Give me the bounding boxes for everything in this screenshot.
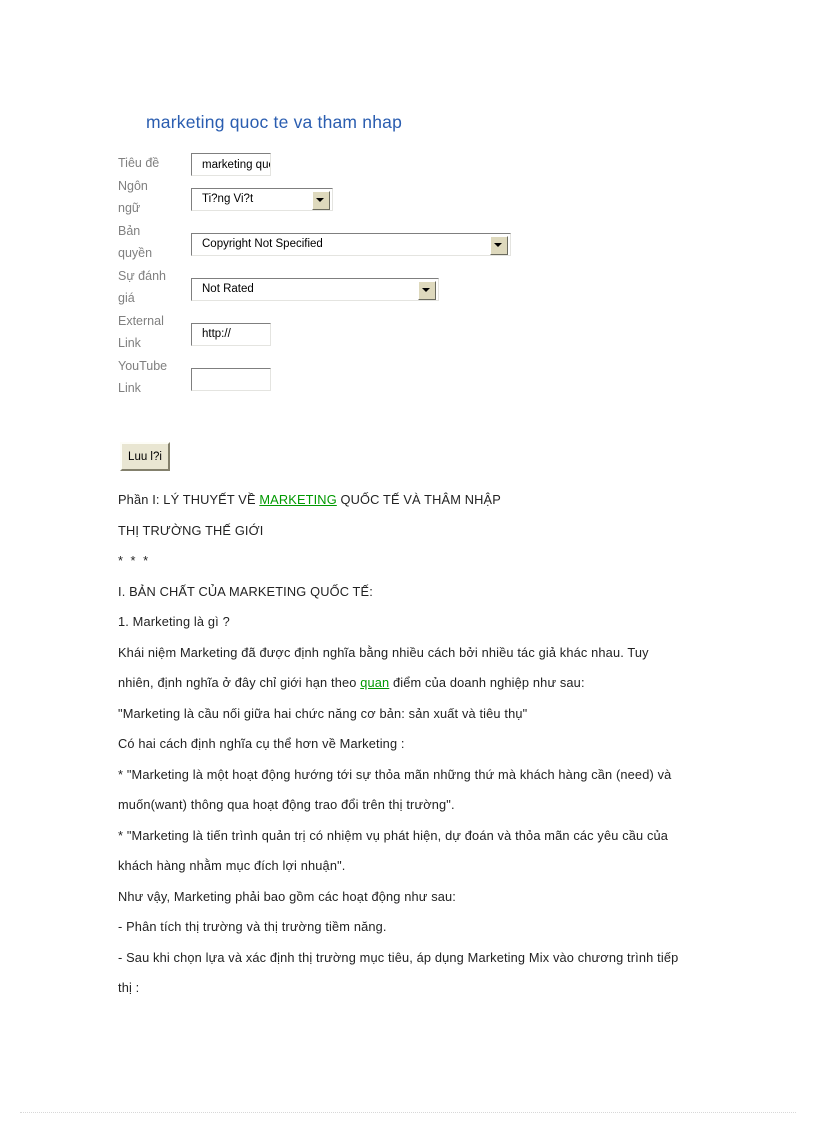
text-para-4a-0: * "Marketing là một hoạt động hướng tới …	[118, 766, 672, 782]
label-language-line-0: Ngôn	[118, 178, 148, 193]
document-page: marketing quoc te va tham nhap Tiêu đề Ng…	[0, 0, 816, 1123]
text-part-1-heading-2: QUỐC TẾ VÀ THÂM NHẬP	[336, 492, 501, 507]
form-row-copyright: Bản quyền Copyright Not Specified	[118, 220, 718, 265]
label-external-link-line-1: Link	[118, 336, 141, 350]
text-stars-0: * * *	[118, 553, 151, 568]
paragraph-para-1b: nhiên, định nghĩa ở đây chỉ giới hạn the…	[118, 668, 698, 699]
text-para-4b-0: muốn(want) thông qua hoạt động trao đổi …	[118, 797, 455, 812]
page-title: marketing quoc te va tham nhap	[146, 112, 403, 132]
chevron-down-icon[interactable]	[418, 280, 436, 300]
text-para-6-0: Như vậy, Marketing phải bao gồm các hoạt…	[118, 888, 457, 904]
text-part-1-heading-0: Phần I: LÝ THUYẾT VỀ	[118, 492, 260, 507]
text-para-8b-0: thị :	[118, 980, 140, 995]
label-youtube-link-line-1: Link	[118, 381, 141, 395]
paragraph-sub-1-heading: 1. Marketing là gì ?	[118, 607, 698, 638]
text-para-5a-0: * "Marketing là tiến trình quản trị có n…	[118, 827, 669, 843]
text-para-2-0: "Marketing là cầu nối giữa hai chức năng…	[118, 705, 528, 721]
paragraph-para-2: "Marketing là cầu nối giữa hai chức năng…	[118, 699, 698, 730]
text-sub-1-heading-0: 1. Marketing là gì ?	[118, 614, 230, 629]
text-para-1b-0: nhiên, định nghĩa ở đây chỉ giới hạn the…	[118, 675, 361, 690]
text-para-8a-0: - Sau khi chọn lựa và xác định thị trườn…	[118, 949, 679, 965]
text-para-1a-0: Khái niệm Marketing đã được định nghĩa b…	[118, 644, 649, 660]
chevron-down-icon[interactable]	[312, 190, 330, 210]
paragraph-part-1-heading-2: THỊ TRƯỜNG THẾ GIỚI	[118, 516, 698, 547]
paragraph-para-8a: - Sau khi chọn lựa và xác định thị trườn…	[118, 943, 698, 974]
label-copyright-line-1: quyền	[118, 246, 153, 260]
paragraph-para-4a: * "Marketing là một hoạt động hướng tới …	[118, 760, 698, 791]
label-title: Tiêu đề	[118, 152, 186, 175]
control-wrap-language: Ti?ng Vi?t	[191, 187, 333, 211]
paragraph-para-5b: khách hàng nhằm mục đích lợi nhuận".	[118, 851, 698, 882]
chevron-down-glyph	[422, 287, 430, 292]
external-link-input[interactable]	[191, 322, 271, 346]
paragraph-para-8b: thị :	[118, 973, 698, 1004]
rating-select[interactable]: Not Rated	[191, 277, 439, 301]
label-copyright: Bản quyền	[118, 220, 186, 265]
label-rating-line-1: giá	[118, 291, 135, 305]
label-external-link: External Link	[118, 310, 186, 355]
document-body: Phần I: LÝ THUYẾT VỀ MARKETING QUỐC TẾ V…	[118, 485, 698, 1004]
form-row-rating: Sự đánh giá Not Rated	[118, 265, 718, 310]
paragraph-para-3: Có hai cách định nghĩa cụ thể hơn về Mar…	[118, 729, 698, 760]
label-title-line-0: Tiêu đề	[118, 156, 160, 170]
rating-selected-value: Not Rated	[202, 282, 254, 295]
copyright-select[interactable]: Copyright Not Specified	[191, 232, 511, 256]
language-selected-value: Ti?ng Vi?t	[202, 192, 254, 205]
text-para-3-0: Có hai cách định nghĩa cụ thể hơn về Mar…	[118, 736, 405, 751]
control-wrap-title	[191, 153, 271, 176]
paragraph-stars: * * *	[118, 546, 698, 577]
footer-divider	[20, 1112, 796, 1113]
form-row-external-link: External Link	[118, 310, 718, 355]
label-language: Ngôn ngữ	[118, 175, 186, 220]
label-rating: Sự đánh giá	[118, 265, 186, 310]
language-select[interactable]: Ti?ng Vi?t	[191, 187, 333, 211]
youtube-link-input[interactable]	[191, 367, 271, 391]
form-row-language: Ngôn ngữ Ti?ng Vi?t	[118, 175, 718, 220]
control-wrap-external-link	[191, 322, 271, 346]
label-language-line-1: ngữ	[118, 201, 141, 215]
paragraph-para-7: - Phân tích thị trường và thị trường tiề…	[118, 912, 698, 943]
paragraph-section-1-heading: I. BẢN CHẤT CỦA MARKETING QUỐC TẾ:	[118, 577, 698, 608]
label-external-link-line-0: External	[118, 313, 164, 328]
paragraph-para-5a: * "Marketing là tiến trình quản trị có n…	[118, 821, 698, 852]
control-wrap-rating: Not Rated	[191, 277, 439, 301]
label-youtube-link-line-0: YouTube	[118, 358, 168, 373]
text-section-1-heading-0: I. BẢN CHẤT CỦA MARKETING QUỐC TẾ:	[118, 583, 373, 599]
control-wrap-youtube-link	[191, 367, 271, 391]
text-para-5b-0: khách hàng nhằm mục đích lợi nhuận".	[118, 858, 346, 873]
copyright-selected-value: Copyright Not Specified	[202, 237, 323, 250]
chevron-down-glyph	[494, 242, 502, 247]
control-wrap-copyright: Copyright Not Specified	[191, 232, 511, 256]
label-youtube-link: YouTube Link	[118, 355, 186, 400]
paragraph-part-1-heading: Phần I: LÝ THUYẾT VỀ MARKETING QUỐC TẾ V…	[118, 485, 698, 516]
chevron-down-glyph	[316, 197, 324, 202]
label-rating-line-0: Sự đánh	[118, 268, 166, 283]
label-copyright-line-0: Bản	[118, 223, 141, 238]
text-para-7-0: - Phân tích thị trường và thị trường tiề…	[118, 919, 387, 934]
form-row-youtube-link: YouTube Link	[118, 355, 718, 400]
text-part-1-heading-2-0: THỊ TRƯỜNG THẾ GIỚI	[118, 522, 264, 538]
inline-link-part-1-heading-1[interactable]: MARKETING	[259, 492, 336, 507]
paragraph-para-1a: Khái niệm Marketing đã được định nghĩa b…	[118, 638, 698, 669]
paragraph-para-6: Như vậy, Marketing phải bao gồm các hoạt…	[118, 882, 698, 913]
inline-link-para-1b-1[interactable]: quan	[360, 675, 389, 690]
save-button[interactable]: Luu l?i	[120, 442, 170, 471]
text-para-1b-2: điểm của doanh nghiệp như sau:	[389, 675, 585, 690]
chevron-down-icon[interactable]	[490, 235, 508, 255]
form-row-title: Tiêu đề	[118, 152, 718, 176]
title-input[interactable]	[191, 153, 271, 176]
paragraph-para-4b: muốn(want) thông qua hoạt động trao đổi …	[118, 790, 698, 821]
